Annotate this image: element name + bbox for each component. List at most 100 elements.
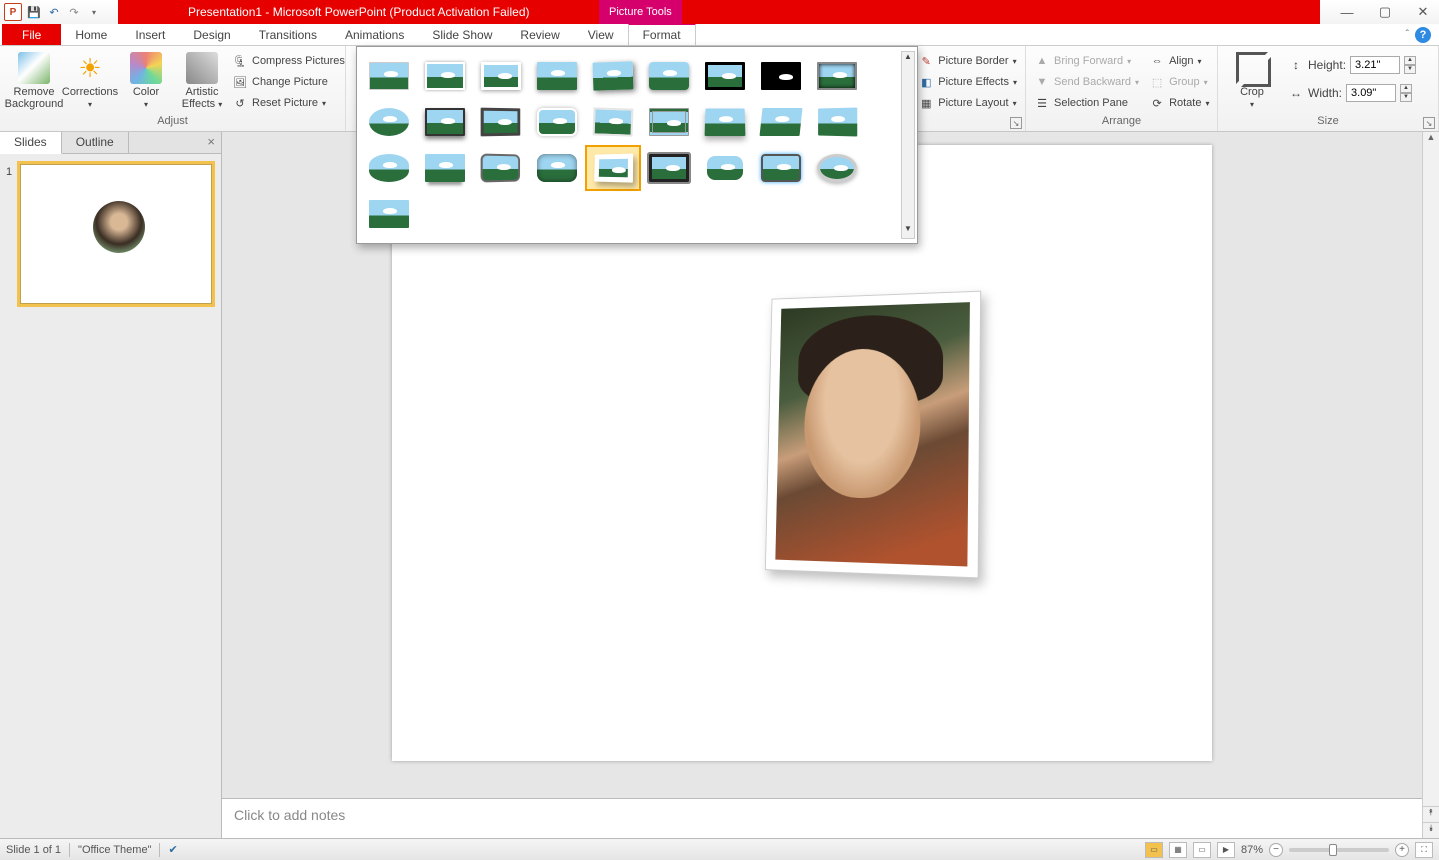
picture-style-option[interactable]	[587, 101, 639, 143]
scroll-up-arrow[interactable]: ▲	[1423, 132, 1439, 148]
redo-icon[interactable]: ↷	[66, 4, 82, 20]
width-down[interactable]: ▼	[1400, 93, 1412, 102]
picture-style-option[interactable]	[699, 147, 751, 189]
tab-transitions[interactable]: Transitions	[245, 24, 331, 45]
fit-to-window-button[interactable]: ⛶	[1415, 842, 1433, 858]
picture-style-option[interactable]	[363, 55, 415, 97]
undo-icon[interactable]: ↶	[46, 4, 62, 20]
prev-slide-button[interactable]: ⯭	[1423, 806, 1439, 822]
tab-file[interactable]: File	[2, 24, 61, 45]
picture-style-option[interactable]	[475, 55, 527, 97]
artistic-effects-button[interactable]: Artistic Effects ▾	[174, 50, 230, 112]
tab-slides[interactable]: Slides	[0, 132, 62, 154]
height-input[interactable]	[1350, 56, 1400, 74]
picture-style-option[interactable]	[363, 147, 415, 189]
width-up[interactable]: ▲	[1400, 84, 1412, 93]
picture-style-option[interactable]	[475, 147, 527, 189]
crop-button[interactable]: Crop▾	[1224, 50, 1280, 112]
tab-design[interactable]: Design	[179, 24, 244, 45]
tab-insert[interactable]: Insert	[121, 24, 179, 45]
picture-style-option[interactable]	[811, 55, 863, 97]
picture-style-option[interactable]	[363, 101, 415, 143]
tab-outline[interactable]: Outline	[62, 132, 129, 153]
tab-format[interactable]: Format	[628, 23, 696, 45]
tab-animations[interactable]: Animations	[331, 24, 418, 45]
color-button[interactable]: Color▾	[118, 50, 174, 112]
picture-style-option[interactable]	[643, 147, 695, 189]
next-slide-button[interactable]: ⯯	[1423, 822, 1439, 838]
tab-review[interactable]: Review	[506, 24, 573, 45]
bring-forward-button[interactable]: ▲Bring Forward ▾	[1032, 52, 1141, 70]
picture-style-option[interactable]	[531, 101, 583, 143]
picture-style-option[interactable]	[643, 55, 695, 97]
picture-layout-icon: ▦	[918, 95, 934, 111]
slideshow-view-button[interactable]: ▶	[1217, 842, 1235, 858]
zoom-in-button[interactable]: +	[1395, 843, 1409, 857]
picture-effects-icon: ◧	[918, 74, 934, 90]
group-button[interactable]: ⬚Group ▾	[1147, 73, 1211, 91]
height-down[interactable]: ▼	[1404, 65, 1416, 74]
change-picture-button[interactable]: 🖼Change Picture	[230, 73, 347, 91]
ribbon-minimize-icon[interactable]: ˆ	[1406, 29, 1409, 40]
slide-thumbnail-1[interactable]	[20, 164, 212, 304]
height-up[interactable]: ▲	[1404, 56, 1416, 65]
tab-home[interactable]: Home	[61, 24, 121, 45]
align-button[interactable]: ⇔Align ▾	[1147, 52, 1211, 70]
gallery-scrollbar[interactable]: ▲ ▼	[901, 51, 915, 239]
picture-style-option[interactable]	[587, 147, 639, 189]
powerpoint-icon[interactable]: P	[4, 3, 22, 21]
size-launcher[interactable]: ↘	[1423, 117, 1435, 129]
styles-launcher[interactable]: ↘	[1010, 117, 1022, 129]
scroll-up-icon[interactable]: ▲	[902, 52, 914, 66]
picture-style-option[interactable]	[699, 55, 751, 97]
picture-style-option[interactable]	[587, 55, 639, 97]
titlebar-accent: Presentation1 - Microsoft PowerPoint (Pr…	[118, 0, 1320, 24]
normal-view-button[interactable]: ▭	[1145, 842, 1163, 858]
picture-style-option[interactable]	[755, 147, 807, 189]
save-icon[interactable]: 💾	[26, 4, 42, 20]
compress-pictures-button[interactable]: 🗜Compress Pictures	[230, 52, 347, 70]
zoom-out-button[interactable]: −	[1269, 843, 1283, 857]
picture-style-option[interactable]	[531, 55, 583, 97]
inserted-picture[interactable]	[765, 291, 981, 579]
picture-border-button[interactable]: ✎Picture Border ▾	[916, 52, 1019, 70]
tab-slideshow[interactable]: Slide Show	[418, 24, 506, 45]
vertical-scrollbar[interactable]: ▲ ⯭ ⯯	[1422, 132, 1439, 838]
picture-style-option[interactable]	[531, 147, 583, 189]
sorter-view-button[interactable]: ▦	[1169, 842, 1187, 858]
rotate-button[interactable]: ⟳Rotate ▾	[1147, 94, 1211, 112]
picture-style-option[interactable]	[811, 147, 863, 189]
picture-style-option[interactable]	[419, 147, 471, 189]
tab-view[interactable]: View	[574, 24, 628, 45]
picture-style-option[interactable]	[811, 101, 863, 143]
selection-pane-button[interactable]: ☰Selection Pane	[1032, 94, 1141, 112]
close-button[interactable]: ✕	[1413, 2, 1433, 22]
reading-view-button[interactable]: ▭	[1193, 842, 1211, 858]
picture-style-option[interactable]	[699, 101, 751, 143]
zoom-slider[interactable]	[1289, 848, 1389, 852]
picture-effects-button[interactable]: ◧Picture Effects ▾	[916, 73, 1019, 91]
spellcheck-icon[interactable]: ✔	[168, 843, 177, 856]
picture-style-option[interactable]	[755, 101, 807, 143]
qat-customize-icon[interactable]: ▾	[86, 4, 102, 20]
panel-close-icon[interactable]: ×	[201, 132, 221, 153]
maximize-button[interactable]: ▢	[1375, 2, 1395, 22]
minimize-button[interactable]: —	[1337, 2, 1357, 22]
reset-picture-button[interactable]: ↺Reset Picture ▾	[230, 94, 347, 112]
picture-style-option[interactable]	[755, 55, 807, 97]
picture-style-option[interactable]	[475, 101, 527, 143]
send-backward-button[interactable]: ▼Send Backward ▾	[1032, 73, 1141, 91]
zoom-handle[interactable]	[1329, 844, 1337, 856]
width-input[interactable]	[1346, 84, 1396, 102]
picture-style-option[interactable]	[419, 101, 471, 143]
picture-style-option[interactable]	[419, 55, 471, 97]
corrections-button[interactable]: ☀ Corrections▾	[62, 50, 118, 112]
notes-pane[interactable]: Click to add notes	[222, 798, 1422, 838]
picture-layout-button[interactable]: ▦Picture Layout ▾	[916, 94, 1019, 112]
picture-style-option[interactable]	[643, 101, 695, 143]
help-icon[interactable]: ?	[1415, 27, 1431, 43]
picture-style-option[interactable]	[363, 193, 415, 235]
scroll-down-icon[interactable]: ▼	[902, 224, 914, 238]
panel-tabs: Slides Outline ×	[0, 132, 221, 154]
remove-background-button[interactable]: Remove Background	[6, 50, 62, 112]
